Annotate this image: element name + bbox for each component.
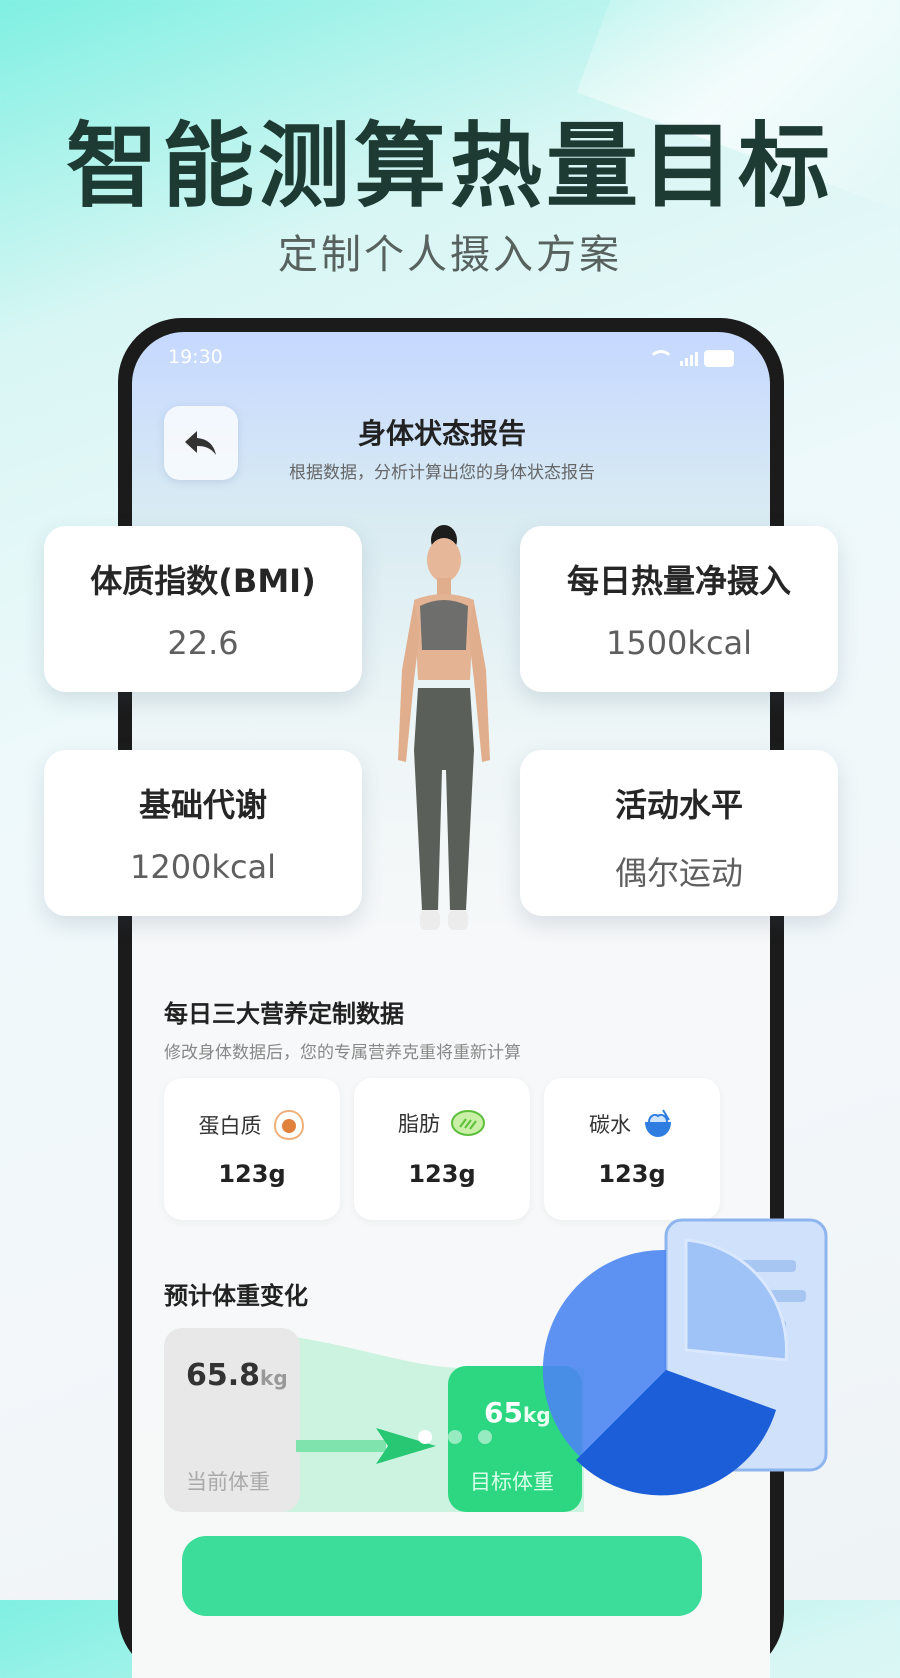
page-dots bbox=[418, 1430, 492, 1444]
carbs-value: 123g bbox=[598, 1160, 666, 1188]
model-figure-image bbox=[398, 525, 490, 930]
bottom-action-button[interactable] bbox=[182, 1536, 702, 1616]
status-icons bbox=[648, 350, 734, 367]
current-weight-unit: kg bbox=[260, 1366, 288, 1390]
fat-card[interactable]: 脂肪 123g bbox=[354, 1078, 530, 1220]
current-weight-box: 65.8kg 当前体重 bbox=[164, 1328, 300, 1512]
fat-value: 123g bbox=[408, 1160, 476, 1188]
nutrition-title: 每日三大营养定制数据 bbox=[164, 1000, 404, 1028]
weight-title: 预计体重变化 bbox=[164, 1282, 308, 1310]
activity-value: 偶尔运动 bbox=[614, 854, 743, 892]
net-intake-card[interactable]: 每日热量净摄入 1500kcal bbox=[520, 526, 838, 692]
nutrition-subtitle: 修改身体数据后，您的专属营养克重将重新计算 bbox=[164, 1043, 521, 1063]
page-dot-active bbox=[418, 1430, 432, 1444]
battery-icon bbox=[704, 350, 734, 367]
fat-label: 脂肪 bbox=[398, 1112, 440, 1136]
pie-chart-document-illustration bbox=[542, 1218, 828, 1496]
bmr-card[interactable]: 基础代谢 1200kcal bbox=[44, 750, 362, 916]
page-dot bbox=[448, 1430, 462, 1444]
activity-card[interactable]: 活动水平 偶尔运动 bbox=[520, 750, 838, 916]
carbs-card[interactable]: 碳水 123g bbox=[544, 1078, 720, 1220]
wifi-icon bbox=[648, 350, 674, 367]
back-arrow-icon bbox=[185, 431, 216, 455]
signal-icon bbox=[680, 351, 698, 366]
screen-title: 身体状态报告 bbox=[357, 417, 526, 450]
carbs-label: 碳水 bbox=[589, 1113, 631, 1137]
arrow-right-icon bbox=[296, 1428, 436, 1464]
current-weight-label: 当前体重 bbox=[186, 1470, 270, 1494]
net-intake-label: 每日热量净摄入 bbox=[566, 562, 791, 600]
protein-card[interactable]: 蛋白质 123g bbox=[164, 1078, 340, 1220]
screen-subtitle: 根据数据，分析计算出您的身体状态报告 bbox=[289, 463, 595, 483]
bmi-value: 22.6 bbox=[167, 624, 239, 662]
net-intake-value: 1500kcal bbox=[605, 624, 753, 662]
bmi-label: 体质指数(BMI) bbox=[90, 562, 316, 600]
rice-bowl-icon bbox=[645, 1109, 671, 1137]
page-dot bbox=[478, 1430, 492, 1444]
bmr-label: 基础代谢 bbox=[138, 786, 267, 824]
promo-subline: 定制个人摄入方案 bbox=[278, 232, 622, 278]
protein-value: 123g bbox=[218, 1160, 286, 1188]
status-time: 19:30 bbox=[168, 346, 223, 368]
current-weight-value: 65.8 bbox=[186, 1358, 261, 1393]
bmr-value: 1200kcal bbox=[129, 848, 277, 886]
promo-headline: 智能测算热量目标 bbox=[65, 113, 834, 220]
back-button[interactable] bbox=[164, 406, 238, 480]
egg-icon bbox=[273, 1109, 304, 1141]
activity-label: 活动水平 bbox=[614, 786, 743, 824]
avocado-icon bbox=[451, 1110, 485, 1136]
protein-label: 蛋白质 bbox=[198, 1114, 262, 1138]
target-weight-value: 65 bbox=[484, 1396, 523, 1429]
bmi-card[interactable]: 体质指数(BMI) 22.6 bbox=[44, 526, 362, 692]
